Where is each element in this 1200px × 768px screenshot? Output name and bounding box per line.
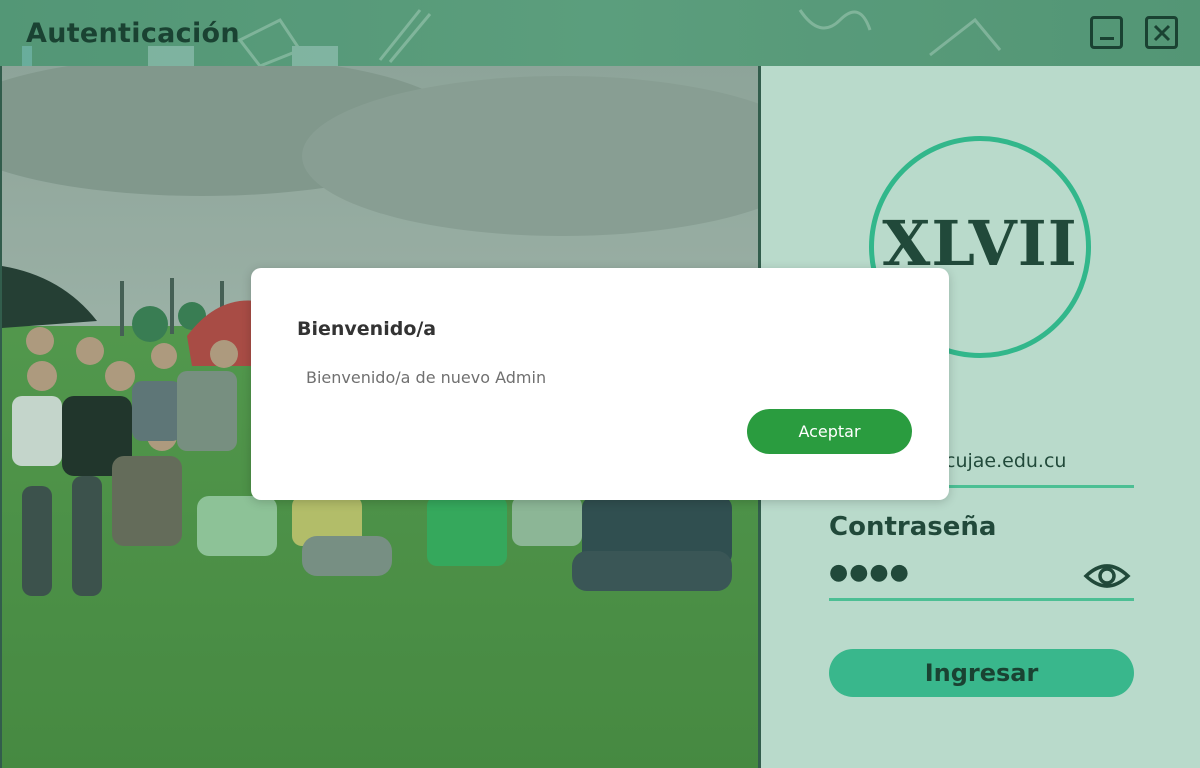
password-underline <box>829 598 1134 601</box>
login-window: Autenticación XLVII cujae.edu.cu Contras… <box>0 0 1200 768</box>
show-password-button[interactable] <box>1083 560 1131 592</box>
eye-icon <box>1083 564 1131 588</box>
window-title: Autenticación <box>26 18 240 49</box>
minimize-button[interactable] <box>1090 16 1123 49</box>
accept-button[interactable]: Aceptar <box>747 409 912 454</box>
minimize-icon <box>1099 36 1114 40</box>
close-icon <box>1153 24 1170 41</box>
password-field[interactable]: ●●●● <box>829 560 910 585</box>
password-label: Contraseña <box>829 512 997 542</box>
welcome-dialog: Bienvenido/a Bienvenido/a de nuevo Admin… <box>251 268 949 500</box>
email-field[interactable]: cujae.edu.cu <box>945 450 1066 472</box>
title-bar[interactable]: Autenticación <box>0 0 1200 68</box>
dialog-message: Bienvenido/a de nuevo Admin <box>306 368 547 387</box>
login-button[interactable]: Ingresar <box>829 649 1134 697</box>
dialog-title: Bienvenido/a <box>297 318 437 340</box>
close-button[interactable] <box>1145 16 1178 49</box>
